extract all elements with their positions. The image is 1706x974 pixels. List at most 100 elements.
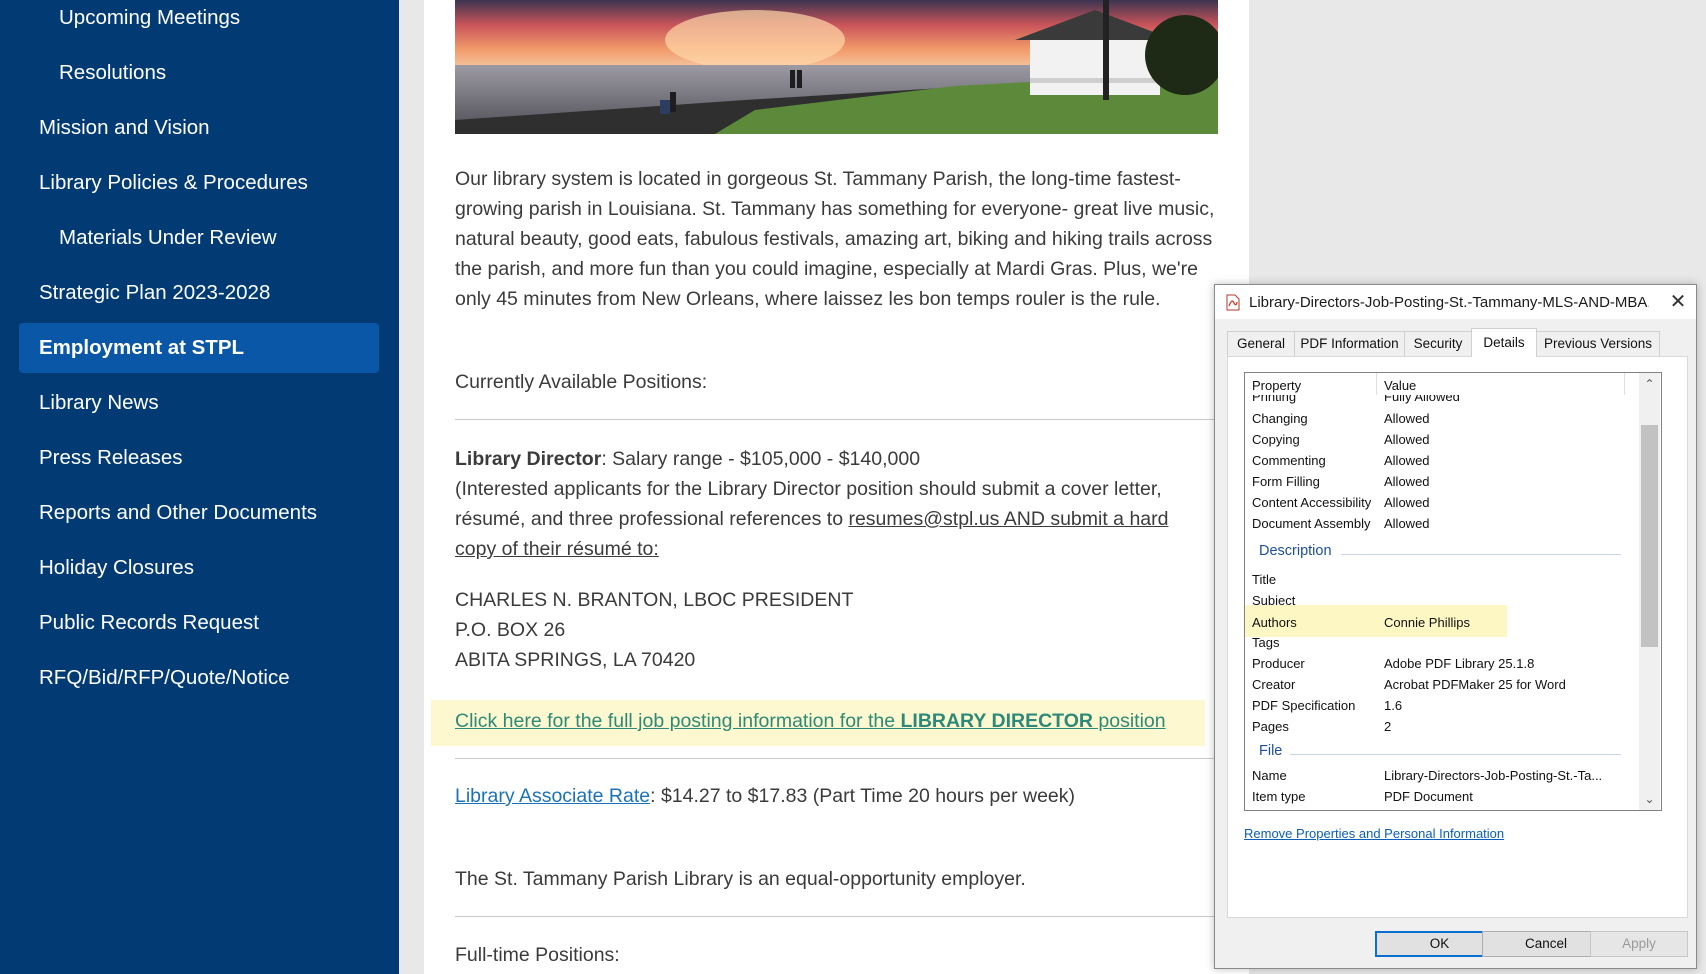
- sidebar-item-label: RFQ/Bid/RFP/Quote/Notice: [39, 666, 290, 689]
- tab-general[interactable]: General: [1227, 331, 1295, 356]
- eeo-statement: The St. Tammany Parish Library is an equ…: [455, 868, 1026, 890]
- sidebar-item-reports[interactable]: Reports and Other Documents: [0, 488, 399, 538]
- main-content: Our library system is located in gorgeou…: [424, 0, 1249, 974]
- property-name: Copying: [1252, 432, 1300, 447]
- list-item[interactable]: Name Library-Directors-Job-Posting-St.-Ta…: [1245, 765, 1625, 786]
- list-item[interactable]: Content Accessibility Allowed: [1245, 492, 1625, 513]
- associate-posting: Library Associate Rate: $14.27 to $17.83…: [455, 781, 1215, 811]
- property-name: Document Assembly: [1252, 516, 1371, 531]
- dialog-title: Library-Directors-Job-Posting-St.-Tamman…: [1249, 294, 1649, 311]
- sidebar-nav: Upcoming Meetings Resolutions Mission an…: [0, 0, 399, 974]
- sidebar-item-label: Strategic Plan 2023-2028: [39, 281, 271, 304]
- director-salary: : Salary range - $105,000 - $140,000: [601, 448, 921, 470]
- sidebar-item-label: Holiday Closures: [39, 556, 194, 579]
- sidebar-item-label: Employment at STPL: [39, 336, 245, 359]
- property-value: Library-Directors-Job-Posting-St.-Ta...: [1384, 768, 1603, 783]
- sidebar-item-label: Resolutions: [59, 61, 167, 84]
- sidebar-item-resolutions[interactable]: Resolutions: [0, 48, 399, 98]
- tab-pdf-information[interactable]: PDF Information: [1294, 331, 1405, 356]
- column-header-value[interactable]: Value: [1384, 378, 1416, 393]
- list-item[interactable]: Producer Adobe PDF Library 25.1.8: [1245, 653, 1625, 674]
- sidebar-item-materials-review[interactable]: Materials Under Review: [0, 213, 399, 263]
- sidebar-item-employment[interactable]: Employment at STPL: [19, 323, 379, 373]
- list-item[interactable]: Changing Allowed: [1245, 408, 1625, 429]
- sidebar-item-label: Materials Under Review: [59, 226, 277, 249]
- section-description: Description: [1259, 543, 1332, 559]
- tab-security[interactable]: Security: [1404, 331, 1472, 356]
- section-divider: [1341, 554, 1621, 555]
- scrollbar[interactable]: ⌃ ⌄: [1639, 373, 1660, 810]
- dialog-titlebar[interactable]: Library-Directors-Job-Posting-St.-Tamman…: [1215, 285, 1696, 319]
- scroll-down-icon[interactable]: ⌄: [1639, 790, 1660, 808]
- sidebar-item-upcoming-meetings[interactable]: Upcoming Meetings: [0, 0, 399, 43]
- director-title: Library Director: [455, 448, 602, 470]
- properties-list[interactable]: Property Value Printing Fully Allowed Cha…: [1244, 372, 1662, 811]
- apply-button[interactable]: Apply: [1590, 931, 1688, 957]
- sidebar-item-policies[interactable]: Library Policies & Procedures: [0, 158, 399, 208]
- property-name: Commenting: [1252, 453, 1326, 468]
- property-value: Allowed: [1384, 516, 1430, 531]
- list-item[interactable]: Item type PDF Document: [1245, 786, 1625, 807]
- list-item[interactable]: Tags: [1245, 632, 1625, 653]
- property-value: 2: [1384, 719, 1392, 734]
- property-value: Connie Phillips: [1384, 615, 1470, 630]
- list-item[interactable]: Pages 2: [1245, 716, 1625, 737]
- address-line: CHARLES N. BRANTON, LBOC PRESIDENT: [455, 589, 854, 611]
- divider: [455, 419, 1215, 420]
- property-value: Adobe PDF Library 25.1.8: [1384, 656, 1535, 671]
- sidebar-item-holiday-closures[interactable]: Holiday Closures: [0, 543, 399, 593]
- library-associate-link[interactable]: Library Associate Rate: [455, 785, 650, 807]
- address-line: ABITA SPRINGS, LA 70420: [455, 649, 696, 671]
- property-value: Allowed: [1384, 495, 1430, 510]
- list-item[interactable]: Commenting Allowed: [1245, 450, 1625, 471]
- property-value: 1.6: [1384, 698, 1403, 713]
- sidebar-item-public-records[interactable]: Public Records Request: [0, 598, 399, 648]
- positions-heading: Currently Available Positions:: [455, 371, 708, 393]
- sidebar-item-mission[interactable]: Mission and Vision: [0, 103, 399, 153]
- property-name: Producer: [1252, 656, 1305, 671]
- section-file: File: [1259, 743, 1283, 759]
- fulltime-heading: Full-time Positions:: [455, 944, 620, 966]
- list-item[interactable]: Title: [1245, 569, 1625, 590]
- scroll-up-icon[interactable]: ⌃: [1639, 375, 1660, 393]
- sidebar-item-label: Upcoming Meetings: [59, 6, 241, 29]
- property-value: Allowed: [1384, 453, 1430, 468]
- sidebar-item-rfq[interactable]: RFQ/Bid/RFP/Quote/Notice: [0, 653, 399, 703]
- sidebar-item-library-news[interactable]: Library News: [0, 378, 399, 428]
- property-name: Title: [1252, 572, 1277, 587]
- tab-details[interactable]: Details: [1471, 328, 1537, 357]
- list-header: Property Value: [1245, 373, 1625, 395]
- hero-image: [455, 0, 1218, 134]
- tab-previous-versions[interactable]: Previous Versions: [1536, 331, 1660, 356]
- property-name: Pages: [1252, 719, 1289, 734]
- property-name: Authors: [1252, 615, 1297, 630]
- sidebar-item-label: Press Releases: [39, 446, 183, 469]
- list-item[interactable]: Creator Acrobat PDFMaker 25 for Word: [1245, 674, 1625, 695]
- column-divider[interactable]: [1376, 373, 1377, 395]
- property-value: Allowed: [1384, 432, 1430, 447]
- divider: [455, 916, 1215, 917]
- list-item[interactable]: Copying Allowed: [1245, 429, 1625, 450]
- close-icon[interactable]: ✕: [1663, 288, 1693, 316]
- divider: [455, 758, 1215, 759]
- director-job-posting-link[interactable]: Click here for the full job posting info…: [455, 706, 1166, 736]
- job-link-bold: LIBRARY DIRECTOR: [900, 710, 1093, 732]
- property-value: Acrobat PDFMaker 25 for Word: [1384, 677, 1566, 692]
- remove-properties-link[interactable]: Remove Properties and Personal Informati…: [1244, 826, 1504, 841]
- sidebar-item-press-releases[interactable]: Press Releases: [0, 433, 399, 483]
- column-header-property[interactable]: Property: [1252, 378, 1301, 393]
- pdf-file-icon: [1226, 294, 1240, 311]
- sidebar-item-label: Reports and Other Documents: [39, 501, 318, 524]
- list-item[interactable]: Document Assembly Allowed: [1245, 513, 1625, 534]
- sidebar-item-strategic-plan[interactable]: Strategic Plan 2023-2028: [0, 268, 399, 318]
- property-name: Item type: [1252, 789, 1306, 804]
- property-name: Creator: [1252, 677, 1296, 692]
- section-divider: [1290, 754, 1621, 755]
- column-divider[interactable]: [1624, 373, 1625, 395]
- job-link-text: Click here for the full job posting info…: [455, 710, 901, 732]
- sidebar-item-label: Mission and Vision: [39, 116, 210, 139]
- list-item[interactable]: PDF Specification 1.6: [1245, 695, 1625, 716]
- property-name: Tags: [1252, 635, 1280, 650]
- scroll-thumb[interactable]: [1641, 425, 1658, 647]
- list-item[interactable]: Form Filling Allowed: [1245, 471, 1625, 492]
